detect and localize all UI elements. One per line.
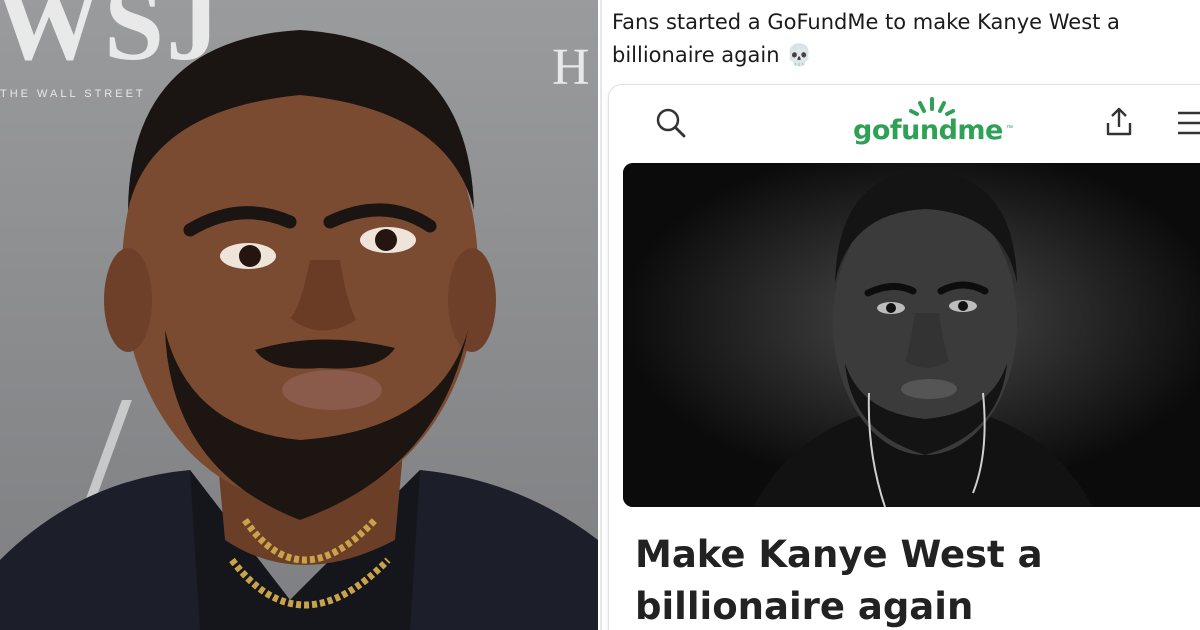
campaign-hero-image	[623, 163, 1200, 507]
gofundme-wordmark: gofundme	[853, 115, 1003, 146]
share-icon	[1106, 107, 1132, 136]
campaign-title: Make Kanye West a billionaire again	[635, 533, 1043, 628]
search-icon	[656, 108, 686, 138]
menu-icon	[1178, 111, 1200, 135]
meme-composite: WSJ THE WALL STREET H Fans started a GoF…	[0, 0, 1200, 630]
hero-portrait	[623, 163, 1200, 507]
share-button[interactable]	[1099, 102, 1139, 142]
tweet-caption: Fans started a GoFundMe to make Kanye We…	[612, 10, 1120, 67]
left-photo: WSJ THE WALL STREET H	[0, 0, 598, 630]
gofundme-logo[interactable]: gofundme ™	[853, 91, 1023, 157]
tweet-text: Fans started a GoFundMe to make Kanye We…	[612, 6, 1192, 72]
tweet-screenshot-panel: Fans started a GoFundMe to make Kanye We…	[600, 0, 1200, 630]
menu-button[interactable]	[1171, 103, 1200, 143]
search-button[interactable]	[651, 103, 691, 143]
skull-emoji: 💀	[786, 43, 813, 67]
gofundme-header: gofundme ™	[609, 85, 1200, 163]
portrait-figure	[0, 30, 598, 630]
sun-rays-icon	[909, 97, 955, 116]
gofundme-page-screenshot: gofundme ™ Make Kanye West a billionaire…	[608, 84, 1200, 630]
trademark-symbol: ™	[1006, 125, 1013, 132]
